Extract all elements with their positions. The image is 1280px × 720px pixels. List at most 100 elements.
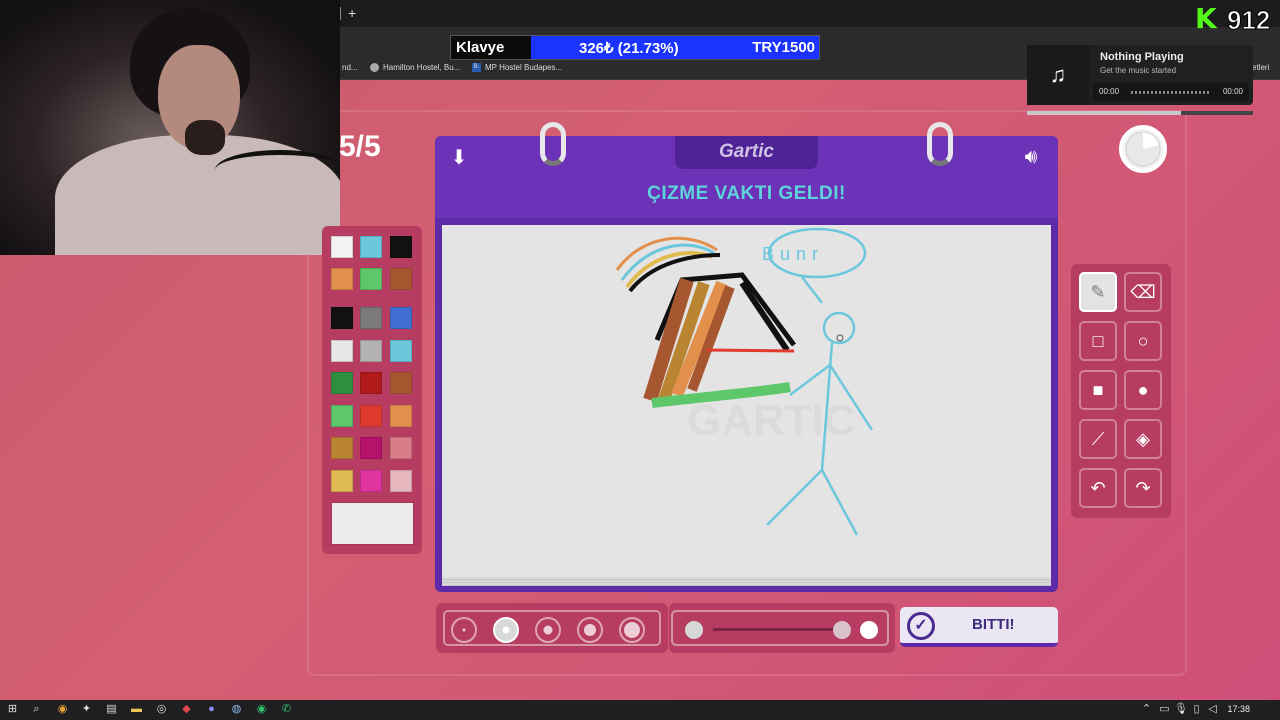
search-icon[interactable]: ⌕ <box>30 703 43 716</box>
task-view-icon[interactable]: ▤ <box>105 703 118 716</box>
tray-battery-icon[interactable]: ▯ <box>1190 703 1203 716</box>
timeline-track <box>1131 91 1211 94</box>
gartic-logo: Gartic <box>719 141 774 162</box>
bookmark-item[interactable]: etleri <box>1252 63 1269 72</box>
round-counter: 5/5 <box>339 130 381 163</box>
color-swatch[interactable] <box>360 405 382 427</box>
color-swatch[interactable] <box>360 268 382 290</box>
canvas-bubble-text: Bunr <box>762 244 824 264</box>
color-swatch[interactable] <box>331 307 353 329</box>
fill-bucket-icon[interactable]: ◈ <box>1124 419 1162 459</box>
color-swatch[interactable] <box>360 470 382 492</box>
drawing-canvas[interactable]: GARTIC Bunr <box>442 225 1051 577</box>
color-swatch[interactable] <box>390 372 412 394</box>
tray-chevron-icon[interactable]: ⌃ <box>1140 703 1153 716</box>
new-tab-button[interactable]: + <box>348 5 356 21</box>
color-swatch[interactable] <box>331 236 353 258</box>
chrome-icon[interactable]: ◉ <box>56 703 69 716</box>
board-header: Gartic ⬇ 🔊︎ ÇIZME VAKTI GELDI! <box>435 136 1058 218</box>
rectangle-outline-icon[interactable]: □ <box>1079 321 1117 361</box>
tray-volume-icon[interactable]: ◁ <box>1206 703 1219 716</box>
circle-outline-icon[interactable]: ○ <box>1124 321 1162 361</box>
goal-amount: 326₺ (21.73%) <box>579 40 679 57</box>
steam-icon[interactable]: ◍ <box>230 703 243 716</box>
app-icon-red[interactable]: ◆ <box>180 703 193 716</box>
color-swatch[interactable] <box>331 437 353 459</box>
color-swatch[interactable] <box>390 268 412 290</box>
color-swatch[interactable] <box>360 372 382 394</box>
time-start: 00:00 <box>1099 87 1120 96</box>
eraser-icon[interactable]: ⌫ <box>1124 272 1162 312</box>
sound-icon[interactable]: 🔊︎ <box>1014 145 1048 169</box>
tab-separator <box>340 7 341 20</box>
taskbar-clock: 17:38 <box>1227 704 1250 714</box>
rectangle-filled-icon[interactable]: ■ <box>1079 370 1117 410</box>
binder-ring <box>927 122 953 166</box>
brush-size-3[interactable] <box>535 617 561 643</box>
color-swatch[interactable] <box>390 307 412 329</box>
discord-icon[interactable]: ● <box>205 703 218 716</box>
gartic-logo-tab: Gartic <box>675 136 818 169</box>
now-playing-timeline: 00:00 00:00 <box>1093 83 1249 101</box>
brush-size-1[interactable] <box>451 617 477 643</box>
opacity-panel <box>669 603 895 653</box>
color-swatch[interactable] <box>390 236 412 258</box>
windows-start-icon[interactable]: ⊞ <box>6 703 19 716</box>
opacity-slider-knob[interactable] <box>833 621 851 639</box>
donation-goal-bar: Klavye 326₺ (21.73%) TRY1500 <box>450 35 820 60</box>
globe-icon <box>370 63 379 73</box>
time-end: 00:00 <box>1222 87 1243 96</box>
booking-icon: B. <box>472 63 481 73</box>
taskbar: ⊞ ⌕ ◉ ✦ ▤ ▬ ◎ ◆ ● ◍ ◉ ✆ ⌃ ▭ 🎙︎ ▯ ◁ 17:38 <box>0 700 1280 720</box>
file-explorer-icon[interactable]: ▬ <box>130 703 143 716</box>
line-icon[interactable]: ⟋ <box>1079 419 1117 459</box>
circle-filled-icon[interactable]: ● <box>1124 370 1162 410</box>
svg-text:GARTIC: GARTIC <box>687 396 856 445</box>
opacity-max-icon <box>860 621 878 639</box>
canvas-paper-edge <box>442 577 1051 586</box>
app-icon[interactable]: ✦ <box>80 703 93 716</box>
webcam-feed <box>0 0 340 255</box>
opacity-slider[interactable] <box>713 628 843 631</box>
obs-icon[interactable]: ◎ <box>155 703 168 716</box>
bookmark-item[interactable]: Hamilton Hostel, Bu... <box>370 63 460 73</box>
pencil-icon[interactable]: ✎ <box>1079 272 1117 312</box>
color-swatch[interactable] <box>360 307 382 329</box>
download-icon[interactable]: ⬇ <box>447 146 471 170</box>
kick-count: 912 <box>1226 5 1271 36</box>
now-playing-progress <box>1027 111 1253 115</box>
check-icon: ✓ <box>907 612 935 640</box>
goal-label: Klavye <box>451 36 531 59</box>
brush-size-panel <box>436 603 668 653</box>
brush-size-5[interactable] <box>619 617 645 643</box>
done-button[interactable]: ✓ BITTI! <box>900 607 1058 647</box>
color-swatch[interactable] <box>360 340 382 362</box>
undo-icon[interactable]: ↶ <box>1079 468 1117 508</box>
drawing-board: Gartic ⬇ 🔊︎ ÇIZME VAKTI GELDI! GARTIC Bu… <box>435 122 1058 592</box>
color-swatch[interactable] <box>331 268 353 290</box>
color-swatch[interactable] <box>331 340 353 362</box>
color-swatch[interactable] <box>331 372 353 394</box>
redo-icon[interactable]: ↷ <box>1124 468 1162 508</box>
spotify-icon[interactable]: ◉ <box>255 703 268 716</box>
brush-size-2[interactable] <box>493 617 519 643</box>
bookmark-item[interactable]: B. MP Hostel Budapes... <box>472 63 562 73</box>
current-color-swatch[interactable] <box>331 502 414 545</box>
color-swatch[interactable] <box>390 437 412 459</box>
color-swatch[interactable] <box>390 405 412 427</box>
color-swatch[interactable] <box>360 236 382 258</box>
color-swatch[interactable] <box>390 340 412 362</box>
kick-counter: K 912 <box>1195 3 1280 36</box>
color-swatch[interactable] <box>331 405 353 427</box>
color-swatch[interactable] <box>331 470 353 492</box>
bookmark-item[interactable]: nd... <box>342 63 358 72</box>
brush-size-4[interactable] <box>577 617 603 643</box>
color-swatch[interactable] <box>360 437 382 459</box>
whatsapp-icon[interactable]: ✆ <box>280 703 293 716</box>
canvas-drawing: GARTIC Bunr <box>615 227 874 536</box>
tray-mic-icon[interactable]: 🎙︎ <box>1174 703 1188 716</box>
color-swatch[interactable] <box>390 470 412 492</box>
tray-network-icon[interactable]: ▭ <box>1158 703 1171 716</box>
binder-ring <box>540 122 566 166</box>
now-playing-widget: ♫ Nothing Playing Get the music started … <box>1027 45 1253 105</box>
